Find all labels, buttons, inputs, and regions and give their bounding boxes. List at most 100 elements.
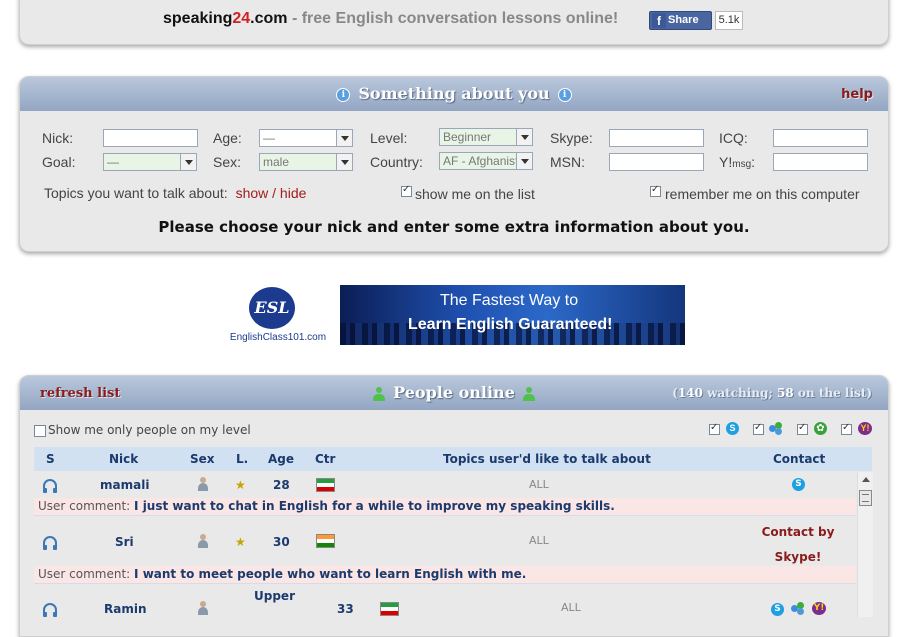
user-topics: ALL	[561, 601, 581, 614]
show-on-list-label: show me on the list	[415, 186, 535, 202]
sex-label: Sex:	[213, 154, 242, 170]
comment-label: User comment:	[38, 567, 135, 581]
filter-icq-checkbox[interactable]	[797, 422, 808, 435]
skype-contact-icon[interactable]: S	[771, 603, 784, 616]
site-banner: speaking24.com - free English conversati…	[163, 10, 618, 28]
ymsg-label-main: Y!	[719, 154, 733, 170]
filter-skype-checkbox[interactable]	[709, 422, 720, 435]
ad-line-1: The Fastest Way to	[440, 292, 579, 309]
headset-icon	[43, 479, 57, 493]
icq-input[interactable]	[773, 129, 868, 147]
table-row[interactable]: Ramin Upper 33 ALL S Y!	[34, 584, 856, 624]
goal-select[interactable]: —	[103, 153, 197, 171]
show-on-list-checkbox[interactable]	[401, 184, 412, 197]
ymsg-label-sub: msg	[732, 159, 752, 170]
male-user-icon	[197, 534, 209, 548]
user-comment: User comment: I just want to chat in Eng…	[34, 498, 856, 515]
table-row[interactable]: Sri ★ 30 ALL Contact by Skype!	[34, 516, 856, 566]
chevron-down-icon	[180, 154, 196, 170]
col-country[interactable]: Ctr	[315, 452, 335, 466]
level-star-icon: ★	[235, 535, 246, 549]
msn-input[interactable]	[609, 153, 704, 171]
user-age: 33	[337, 602, 354, 616]
col-sex[interactable]: Sex	[190, 452, 215, 466]
msn-contact-icon[interactable]	[791, 602, 805, 615]
table-scrollbar[interactable]	[857, 472, 873, 617]
esl-logo[interactable]: ESL EnglishClass101.com	[226, 285, 330, 345]
age-select[interactable]: —	[259, 129, 353, 147]
about-panel-header: i Something about you i help	[20, 77, 888, 111]
ymsg-label: Y!msg:	[719, 154, 755, 170]
scroll-thumb[interactable]	[859, 490, 872, 506]
user-level-text: Upper	[254, 589, 295, 603]
table-row[interactable]: mamali ★ 28 ALL S	[34, 472, 856, 498]
iran-flag-icon	[380, 602, 399, 616]
people-table-header: S Nick Sex L. Age Ctr Topics user'd like…	[34, 447, 872, 471]
watching-label: watching;	[702, 386, 778, 400]
nick-prompt: Please choose your nick and enter some e…	[158, 218, 750, 236]
col-age[interactable]: Age	[268, 452, 294, 466]
ymsg-input[interactable]	[773, 153, 868, 171]
filter-yahoo-checkbox[interactable]	[841, 422, 852, 435]
skype-contact-icon[interactable]: S	[792, 478, 805, 491]
list-label: on the list)	[793, 386, 872, 400]
col-contact[interactable]: Contact	[773, 452, 825, 466]
user-nick[interactable]: mamali	[100, 478, 149, 492]
headset-icon	[43, 603, 57, 617]
user-nick[interactable]: Ramin	[104, 602, 147, 616]
col-level[interactable]: L.	[236, 452, 248, 466]
level-label: Level:	[370, 130, 408, 146]
filter-msn-checkbox[interactable]	[753, 422, 764, 435]
about-title: Something about you	[358, 84, 550, 103]
scroll-up-icon[interactable]	[862, 477, 870, 482]
yahoo-contact-icon[interactable]: Y!	[812, 602, 826, 615]
esl-logo-badge: ESL	[249, 287, 295, 329]
remember-checkbox[interactable]	[650, 184, 661, 197]
share-label: Share	[668, 14, 699, 26]
list-count: 58	[777, 386, 794, 400]
user-topics: ALL	[529, 534, 549, 547]
user-nick[interactable]: Sri	[115, 535, 134, 549]
col-topics[interactable]: Topics user'd like to talk about	[443, 452, 651, 466]
skype-input[interactable]	[609, 129, 704, 147]
person-online-icon	[373, 386, 386, 401]
chevron-down-icon	[336, 130, 352, 146]
ad-line-2: Learn English Guaranteed!	[408, 316, 613, 333]
comment-text: I just want to chat in English for a whi…	[134, 499, 615, 513]
about-title-wrap: i Something about you i	[20, 84, 888, 103]
topics-show-link[interactable]: show	[236, 185, 269, 201]
tagline: - free English conversation lessons onli…	[287, 10, 619, 27]
level-select[interactable]: Beginner	[439, 128, 533, 146]
topics-row: Topics you want to talk about: show / hi…	[44, 185, 306, 201]
age-label: Age:	[213, 130, 242, 146]
iran-flag-icon	[316, 478, 335, 492]
brand-part-2: 24	[232, 10, 251, 27]
chevron-down-icon	[336, 154, 352, 170]
facebook-icon: f	[652, 13, 666, 28]
level-filter-label: Show me only people on my level	[48, 423, 251, 437]
icq-icon: ✿	[814, 422, 827, 435]
user-topics: ALL	[529, 478, 549, 491]
user-age: 30	[273, 535, 290, 549]
sex-select[interactable]: male	[259, 153, 353, 171]
col-nick[interactable]: Nick	[109, 452, 138, 466]
help-link[interactable]: help	[841, 87, 873, 102]
msn-label: MSN:	[550, 154, 585, 170]
goal-label: Goal:	[42, 154, 76, 170]
msn-icon	[769, 422, 783, 435]
country-select[interactable]: AF - Afghanistan	[439, 152, 533, 170]
top-bar: speaking24.com - free English conversati…	[19, 0, 889, 45]
topics-hide-link[interactable]: hide	[280, 185, 306, 201]
level-star-icon: ★	[235, 478, 246, 492]
male-user-icon	[197, 601, 209, 615]
level-filter-checkbox[interactable]	[34, 425, 46, 437]
nick-input[interactable]	[103, 129, 198, 147]
col-status[interactable]: S	[46, 452, 55, 466]
ad-banner[interactable]: The Fastest Way to Learn English Guarant…	[340, 285, 685, 345]
ymsg-label-colon: :	[751, 154, 756, 170]
online-counts: (140 watching; 58 on the list)	[672, 386, 872, 400]
esl-logo-caption: EnglishClass101.com	[229, 332, 327, 343]
contact-by-skype-text[interactable]: Contact by Skype!	[756, 520, 840, 570]
facebook-share-button[interactable]: f Share	[649, 11, 712, 30]
brand-part-3: .com	[250, 10, 288, 27]
